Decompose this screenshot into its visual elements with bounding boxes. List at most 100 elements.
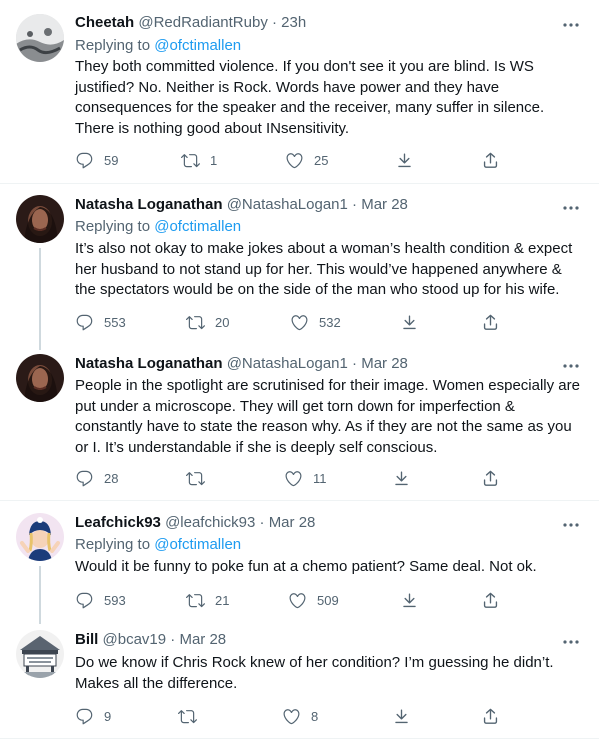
timestamp[interactable]: Mar 28 <box>361 355 408 372</box>
share-button[interactable] <box>481 468 500 488</box>
tweet[interactable]: Leafchick93 @leafchick93 · Mar 28 Replyi… <box>0 501 599 624</box>
retweet-button[interactable]: 20 <box>186 312 229 332</box>
retweet-icon <box>181 151 200 170</box>
tip-icon <box>395 151 414 170</box>
like-button[interactable]: 25 <box>285 150 328 170</box>
share-button[interactable] <box>481 706 500 726</box>
timestamp[interactable]: Mar 28 <box>361 196 408 213</box>
like-count: 8 <box>311 708 319 724</box>
retweet-icon <box>186 469 205 488</box>
separator-dot: · <box>170 631 176 648</box>
user-name[interactable]: Leafchick93 <box>75 514 161 531</box>
replying-to-handle[interactable]: @ofctimallen <box>154 536 241 553</box>
reply-icon <box>75 313 94 332</box>
share-icon <box>481 469 500 488</box>
tip-icon <box>400 591 419 610</box>
replying-to-handle[interactable]: @ofctimallen <box>154 218 241 235</box>
retweet-count: 21 <box>215 592 230 608</box>
reply-count: 28 <box>104 470 119 486</box>
tip-button[interactable] <box>392 468 411 488</box>
user-handle[interactable]: @NatashaLogan1 <box>227 196 348 213</box>
more-icon[interactable] <box>562 520 580 530</box>
user-handle[interactable]: @RedRadiantRuby <box>138 14 267 31</box>
like-icon <box>288 591 307 610</box>
reply-button[interactable]: 9 <box>75 706 111 726</box>
tweet-text: It’s also not okay to make jokes about a… <box>75 240 573 298</box>
like-button[interactable]: 532 <box>290 312 341 332</box>
share-icon <box>481 313 500 332</box>
retweet-button[interactable] <box>178 706 197 726</box>
tweet[interactable]: Natasha Loganathan @NatashaLogan1 · Mar … <box>0 184 599 350</box>
like-button[interactable]: 509 <box>288 590 339 610</box>
avatar[interactable] <box>16 195 64 243</box>
like-count: 532 <box>319 314 341 330</box>
tweet-text: People in the spotlight are scrutinised … <box>75 377 580 456</box>
avatar[interactable] <box>16 630 64 678</box>
reply-icon <box>75 591 94 610</box>
avatar[interactable] <box>16 354 64 402</box>
tip-button[interactable] <box>392 706 411 726</box>
retweet-icon <box>178 707 197 726</box>
retweet-count: 1 <box>210 152 218 168</box>
user-name[interactable]: Cheetah <box>75 14 134 31</box>
timestamp[interactable]: Mar 28 <box>179 631 226 648</box>
tip-icon <box>392 469 411 488</box>
like-count: 25 <box>314 152 329 168</box>
tweet[interactable]: Bill @bcav19 · Mar 28 Do we know if Chri… <box>0 624 599 738</box>
share-icon <box>481 591 500 610</box>
replying-to-label: Replying to <box>75 536 151 553</box>
replying-to: Replying to @ofctimallen <box>75 36 241 56</box>
more-icon[interactable] <box>562 20 580 30</box>
share-button[interactable] <box>481 150 500 170</box>
avatar[interactable] <box>16 14 64 62</box>
tip-button[interactable] <box>400 590 419 610</box>
replying-to: Replying to @ofctimallen <box>75 217 241 237</box>
reply-button[interactable]: 593 <box>75 590 126 610</box>
avatar[interactable] <box>16 513 64 561</box>
reply-count: 553 <box>104 314 126 330</box>
tweet[interactable]: Cheetah @RedRadiantRuby · 23h Replying t… <box>0 0 599 183</box>
like-button[interactable]: 11 <box>284 468 327 488</box>
retweet-button[interactable]: 1 <box>181 150 217 170</box>
like-count: 509 <box>317 592 339 608</box>
more-icon[interactable] <box>562 203 580 213</box>
retweet-icon <box>186 591 205 610</box>
separator-dot: · <box>272 14 277 31</box>
user-name[interactable]: Bill <box>75 631 98 648</box>
timestamp[interactable]: 23h <box>281 14 306 31</box>
share-button[interactable] <box>481 312 500 332</box>
share-icon <box>481 151 500 170</box>
reply-count: 593 <box>104 592 126 608</box>
share-icon <box>481 707 500 726</box>
tip-icon <box>400 313 419 332</box>
tip-button[interactable] <box>395 150 414 170</box>
more-icon[interactable] <box>562 637 580 647</box>
timestamp[interactable]: Mar 28 <box>269 514 316 531</box>
reply-icon <box>75 469 94 488</box>
tweet[interactable]: Natasha Loganathan @NatashaLogan1 · Mar … <box>0 350 599 500</box>
user-handle[interactable]: @bcav19 <box>103 631 167 648</box>
replying-to-handle[interactable]: @ofctimallen <box>154 37 241 54</box>
reply-button[interactable]: 59 <box>75 150 118 170</box>
reply-button[interactable]: 28 <box>75 468 118 488</box>
retweet-icon <box>186 313 205 332</box>
separator-dot: · <box>352 196 358 213</box>
user-handle[interactable]: @NatashaLogan1 <box>227 355 348 372</box>
retweet-button[interactable] <box>186 468 205 488</box>
like-button[interactable]: 8 <box>282 706 318 726</box>
divider <box>0 738 599 739</box>
share-button[interactable] <box>481 590 500 610</box>
reply-button[interactable]: 553 <box>75 312 126 332</box>
like-icon <box>290 313 309 332</box>
tip-button[interactable] <box>400 312 419 332</box>
user-name[interactable]: Natasha Loganathan <box>75 196 223 213</box>
more-icon[interactable] <box>562 361 580 371</box>
user-handle[interactable]: @leafchick93 <box>165 514 255 531</box>
separator-dot: · <box>259 514 265 531</box>
replying-to: Replying to @ofctimallen <box>75 535 241 555</box>
retweet-button[interactable]: 21 <box>186 590 229 610</box>
retweet-count: 20 <box>215 314 230 330</box>
user-name[interactable]: Natasha Loganathan <box>75 355 223 372</box>
thread-line <box>39 248 41 350</box>
replying-to-label: Replying to <box>75 37 151 54</box>
